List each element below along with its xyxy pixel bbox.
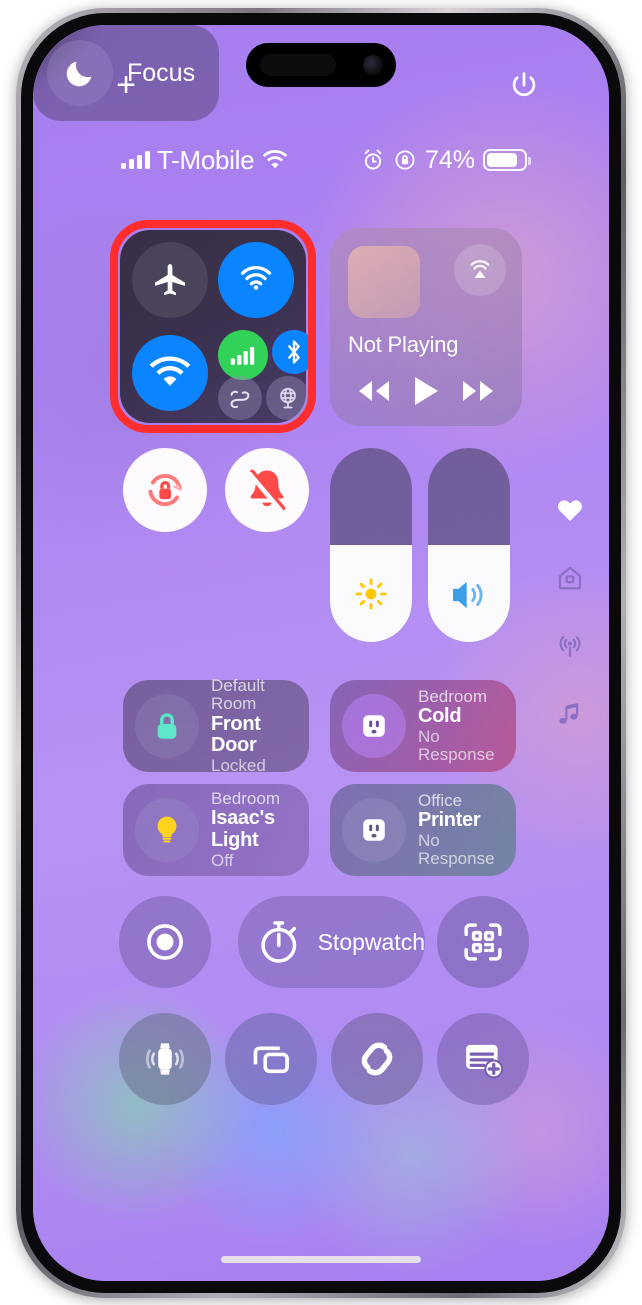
screen-record-button[interactable]: [119, 896, 211, 988]
stopwatch-button[interactable]: Stopwatch: [238, 896, 425, 988]
battery-percentage: 74%: [424, 145, 475, 174]
now-playing-module[interactable]: Not Playing: [330, 228, 522, 426]
ping-watch-button[interactable]: [119, 1013, 211, 1105]
home-tile-isaacs-light[interactable]: Bedroom Isaac's Light Off: [123, 784, 309, 876]
qr-code-scanner-button[interactable]: [437, 896, 529, 988]
carrier-name: T-Mobile: [157, 144, 255, 175]
earpiece-speaker: [260, 54, 336, 76]
dynamic-island: [246, 43, 396, 87]
battery-icon: [483, 149, 531, 171]
wifi-icon: [261, 149, 289, 171]
screen-mirroring-icon: [253, 1046, 289, 1074]
tile-text: Office Printer No Response: [418, 790, 516, 869]
alarm-clock-icon: [361, 148, 385, 172]
lightbulb-icon: [135, 798, 199, 862]
media-controls: [330, 374, 522, 408]
rotation-lock-icon: [393, 148, 417, 172]
tile-name: Isaac's Light: [211, 807, 275, 851]
lock-icon: [135, 694, 199, 758]
tile-text: Default Room Front Door Locked: [211, 675, 309, 775]
sun-icon: [330, 576, 412, 612]
tile-text: Bedroom Cold No Response: [418, 686, 516, 765]
phone-screen: + T-Mobile 74% Not Playing Focus Default…: [33, 25, 609, 1281]
tile-room: Office: [418, 790, 463, 810]
tile-room: Bedroom: [418, 686, 487, 706]
outlet-icon: [342, 694, 406, 758]
tile-state: Off: [211, 850, 234, 870]
rotation-lock-toggle[interactable]: [123, 448, 207, 532]
status-bar-left: T-Mobile: [121, 145, 289, 176]
tile-name: Printer: [418, 809, 481, 832]
home-tile-cold[interactable]: Bedroom Cold No Response: [330, 680, 516, 772]
ping-watch-icon: [146, 1043, 184, 1075]
status-bar: T-Mobile 74%: [33, 143, 609, 177]
shazam-button[interactable]: [331, 1013, 423, 1105]
status-bar-right: 74%: [361, 145, 531, 175]
tile-state: No Response: [418, 830, 495, 868]
page-indicators: [549, 495, 591, 729]
home-indicator[interactable]: [221, 1256, 421, 1263]
stopwatch-icon: [261, 921, 297, 963]
cellular-bars-icon: [121, 151, 150, 169]
shazam-icon: [361, 1042, 393, 1076]
page-indicator-favorites[interactable]: [555, 495, 585, 525]
add-control-button[interactable]: +: [106, 65, 146, 105]
connectivity-highlight-box: [110, 220, 316, 433]
airplay-audio-icon[interactable]: [454, 244, 506, 296]
album-art-placeholder: [348, 246, 420, 318]
phone-bezel: + T-Mobile 74% Not Playing Focus Default…: [21, 13, 621, 1293]
stopwatch-label: Stopwatch: [317, 928, 425, 955]
screen-mirroring-button[interactable]: [225, 1013, 317, 1105]
qr-code-icon: [464, 923, 502, 961]
home-tile-front-door[interactable]: Default Room Front Door Locked: [123, 675, 309, 775]
tile-room: Bedroom: [211, 789, 280, 809]
page-indicator-home[interactable]: [555, 563, 585, 593]
play-button[interactable]: [403, 374, 449, 408]
tile-name: Front Door: [211, 712, 261, 757]
rewind-button[interactable]: [351, 374, 397, 408]
new-note-button[interactable]: [437, 1013, 529, 1105]
outlet-icon: [342, 798, 406, 862]
tile-state: Locked: [211, 755, 266, 775]
now-playing-title: Not Playing: [348, 332, 459, 357]
tile-text: Bedroom Isaac's Light Off: [211, 789, 309, 870]
silent-mode-toggle[interactable]: [225, 448, 309, 532]
power-icon[interactable]: [507, 69, 541, 103]
tile-name: Cold: [418, 705, 462, 728]
new-note-icon: [466, 1044, 504, 1079]
speaker-waves-icon: [428, 578, 510, 612]
moon-icon: [47, 40, 113, 106]
tile-state: No Response: [418, 726, 495, 764]
phone-frame: + T-Mobile 74% Not Playing Focus Default…: [16, 8, 626, 1298]
front-camera-icon: [363, 55, 383, 75]
page-indicator-connectivity[interactable]: [555, 631, 585, 661]
home-tile-printer[interactable]: Office Printer No Response: [330, 784, 516, 876]
brightness-slider[interactable]: [330, 448, 412, 642]
page-indicator-media[interactable]: [555, 699, 585, 729]
control-center-grid: Not Playing Focus Default Room Front Doo…: [33, 25, 609, 1281]
volume-slider[interactable]: [428, 448, 510, 642]
tile-room: Default Room: [211, 675, 265, 714]
fast-forward-button[interactable]: [455, 374, 501, 408]
